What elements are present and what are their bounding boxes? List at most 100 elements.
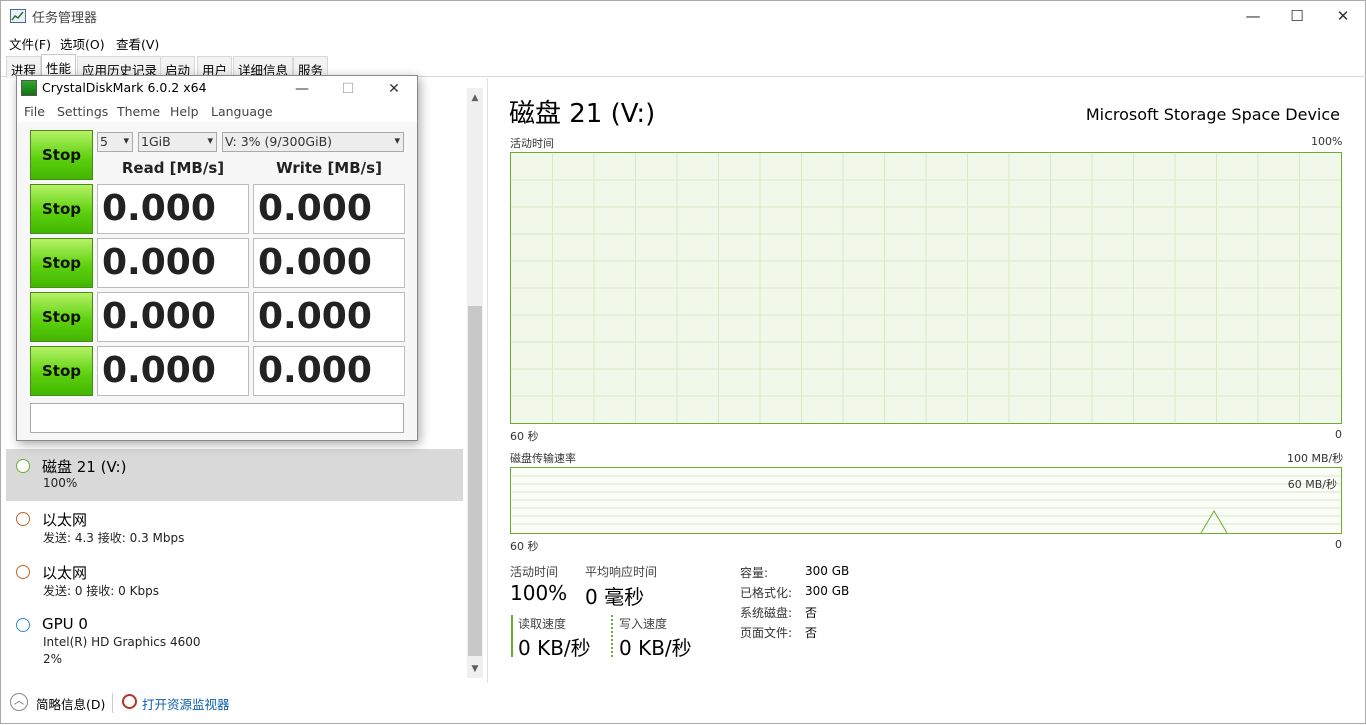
chevron-down-icon: ▾ [207, 134, 213, 147]
graph2-max: 100 MB/秒 [1287, 452, 1344, 465]
minimize-button[interactable]: — [1230, 1, 1276, 31]
cdm-write-header: Write [MB/s] [276, 159, 382, 177]
sidebar-item-sub: 发送: 4.3 接收: 0.3 Mbps [43, 531, 185, 545]
activity-graph-grid [511, 153, 1341, 423]
prop-formatted-label: 已格式化: [740, 586, 793, 600]
cdm-write-value-4: 0.000 [253, 346, 405, 396]
cdm-title: CrystalDiskMark 6.0.2 x64 [42, 80, 207, 95]
prop-pagefile-label: 页面文件: [740, 626, 793, 640]
cdm-read-value-2: 0.000 [97, 238, 249, 288]
cdm-menu-bar: File Settings Theme Help Language [17, 102, 417, 122]
write-speed-marker [611, 615, 613, 657]
cdm-count-select[interactable]: 5 ▾ [97, 132, 133, 152]
sidebar-item-sub2: 2% [43, 652, 63, 666]
task-manager-icon [10, 9, 26, 23]
cdm-minimize-button[interactable]: — [279, 76, 325, 102]
gpu-status-icon [16, 618, 30, 632]
cdm-write-value-1: 0.000 [253, 184, 405, 234]
cdm-title-bar: CrystalDiskMark 6.0.2 x64 — ☐ ✕ [17, 76, 417, 102]
cdm-drive-select[interactable]: V: 3% (9/300GiB) ▾ [222, 132, 404, 152]
sidebar-item-ethernet-2[interactable]: 以太网 发送: 0 接收: 0 Kbps [6, 555, 463, 607]
cdm-menu-theme[interactable]: Theme [117, 104, 160, 119]
cdm-stop-button-1[interactable]: Stop [30, 184, 93, 234]
graph2-mid-label: 60 MB/秒 [1287, 478, 1337, 491]
sidebar-item-ethernet-1[interactable]: 以太网 发送: 4.3 接收: 0.3 Mbps [6, 502, 463, 554]
menu-bar: 文件(F) 选项(O) 查看(V) [1, 31, 1366, 53]
cdm-read-value-4: 0.000 [97, 346, 249, 396]
sidebar-item-name: GPU 0 [42, 615, 88, 633]
transfer-graph-grid [511, 475, 1341, 534]
cdm-drive-value: V: 3% (9/300GiB) [225, 134, 333, 149]
cdm-menu-language[interactable]: Language [211, 104, 273, 119]
write-speed-value: 0 KB/秒 [619, 636, 692, 660]
graph2-label: 磁盘传输速率 [510, 452, 576, 465]
cdm-stop-button-4[interactable]: Stop [30, 346, 93, 396]
chevron-up-icon[interactable]: ︿ [10, 693, 28, 711]
cdm-write-value-3: 0.000 [253, 292, 405, 342]
cdm-menu-help[interactable]: Help [170, 104, 199, 119]
read-speed-marker [511, 615, 513, 657]
cdm-all-stop-button[interactable]: Stop [30, 130, 93, 180]
cdm-stop-button-3[interactable]: Stop [30, 292, 93, 342]
prop-system-disk-label: 系统磁盘: [740, 606, 793, 620]
response-time-label: 平均响应时间 [585, 565, 658, 579]
cdm-maximize-button[interactable]: ☐ [325, 76, 371, 102]
sidebar-scroll-thumb[interactable] [468, 306, 482, 656]
sidebar-item-name: 磁盘 21 (V:) [42, 458, 127, 476]
cdm-read-header: Read [MB/s] [121, 159, 225, 177]
cdm-stop-button-2[interactable]: Stop [30, 238, 93, 288]
cdm-size-value: 1GiB [141, 134, 171, 149]
scroll-down-icon[interactable]: ▼ [467, 661, 483, 677]
graph1-max: 100% [1311, 135, 1343, 148]
bottom-divider [112, 693, 113, 713]
resource-monitor-icon [122, 694, 137, 709]
ethernet-status-icon [16, 512, 30, 526]
cdm-read-value-3: 0.000 [97, 292, 249, 342]
cdm-size-select[interactable]: 1GiB ▾ [138, 132, 217, 152]
cdm-write-value-2: 0.000 [253, 238, 405, 288]
disk-model: Microsoft Storage Space Device [1085, 105, 1340, 124]
graph2-right-label: 0 [1335, 538, 1342, 551]
close-button[interactable]: ✕ [1320, 1, 1366, 31]
tab-bar: 进程 性能 应用历史记录 启动 用户 详细信息 服务 [1, 53, 1366, 78]
chevron-down-icon: ▾ [123, 134, 129, 147]
summary-toggle[interactable]: 简略信息(D) [36, 694, 105, 713]
activity-graph [510, 152, 1342, 424]
sidebar-item-name: 以太网 [42, 511, 88, 529]
cdm-read-value-1: 0.000 [97, 184, 249, 234]
maximize-button[interactable]: ☐ [1274, 1, 1320, 31]
prop-pagefile-value: 否 [805, 626, 818, 640]
response-time-value: 0 毫秒 [585, 585, 645, 609]
cdm-menu-settings[interactable]: Settings [57, 104, 108, 119]
open-resource-monitor-link[interactable]: 打开资源监视器 [142, 694, 230, 713]
chevron-down-icon: ▾ [394, 134, 400, 147]
cdm-menu-file[interactable]: File [24, 104, 45, 119]
cdm-comment-field[interactable] [30, 403, 404, 433]
prop-system-disk-value: 否 [805, 606, 818, 620]
menu-view[interactable]: 查看(V) [116, 34, 159, 53]
graph1-label: 活动时间 [510, 137, 554, 150]
prop-formatted-value: 300 GB [805, 584, 850, 598]
cdm-close-button[interactable]: ✕ [371, 76, 417, 102]
sidebar-item-sub: 100% [43, 476, 78, 490]
disk-status-icon [16, 459, 30, 473]
menu-file[interactable]: 文件(F) [9, 34, 51, 53]
sidebar-item-name: 以太网 [42, 564, 88, 582]
scroll-up-icon[interactable]: ▲ [467, 90, 483, 106]
disk-title: 磁盘 21 (V:) [509, 99, 656, 129]
bottom-bar: ︿ 简略信息(D) 打开资源监视器 [1, 685, 1366, 725]
read-speed-value: 0 KB/秒 [518, 636, 591, 660]
cdm-count-value: 5 [100, 134, 108, 149]
sidebar-item-sub: Intel(R) HD Graphics 4600 [43, 635, 201, 649]
graph1-left-label: 60 秒 [510, 430, 539, 443]
sidebar-item-sub: 发送: 0 接收: 0 Kbps [43, 584, 159, 598]
menu-options[interactable]: 选项(O) [60, 34, 105, 53]
active-time-label: 活动时间 [510, 565, 559, 579]
window-title: 任务管理器 [32, 11, 98, 26]
sidebar-item-gpu0[interactable]: GPU 0 Intel(R) HD Graphics 4600 2% [6, 608, 463, 672]
crystaldiskmark-window: CrystalDiskMark 6.0.2 x64 — ☐ ✕ File Set… [16, 75, 418, 441]
sidebar-item-disk21[interactable]: 磁盘 21 (V:) 100% [6, 449, 463, 501]
transfer-graph: 60 MB/秒 [510, 467, 1342, 534]
cdm-app-icon [21, 80, 37, 96]
write-speed-label: 写入速度 [619, 617, 668, 631]
